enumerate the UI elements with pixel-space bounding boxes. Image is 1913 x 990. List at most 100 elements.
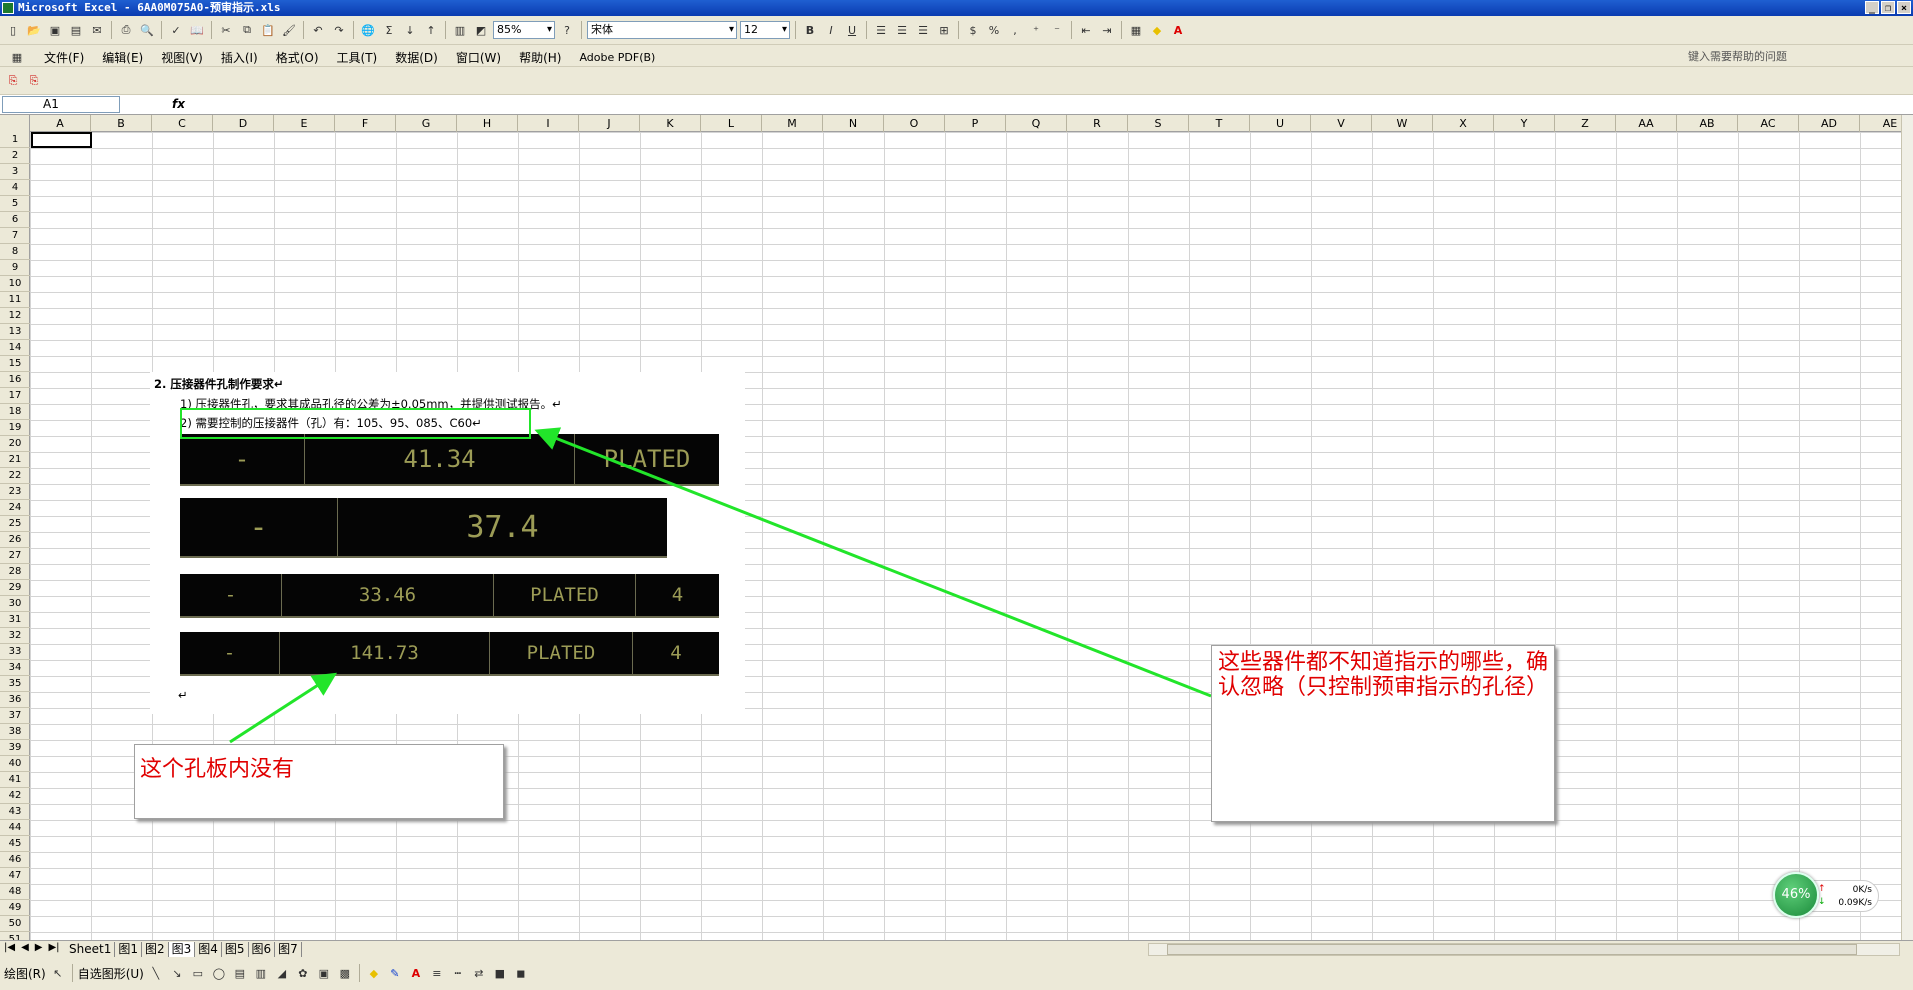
decrease-indent-icon[interactable]: ⇤ [1077,21,1095,39]
menu-data[interactable]: 数据(D) [395,49,438,66]
redo-icon[interactable]: ↷ [330,21,348,39]
diagram-icon[interactable]: ✿ [294,964,312,982]
row-header[interactable]: 5 [0,196,30,212]
chart-wizard-icon[interactable]: ▥ [451,21,469,39]
row-header[interactable]: 27 [0,548,30,564]
column-header[interactable]: I [518,115,579,132]
row-header[interactable]: 44 [0,820,30,836]
prev-sheet-button[interactable]: ◀ [21,942,29,953]
email-icon[interactable]: ✉ [88,21,106,39]
help-icon[interactable]: ? [558,21,576,39]
horizontal-scroll-thumb[interactable] [1167,944,1857,955]
row-header[interactable]: 39 [0,740,30,756]
picture-icon[interactable]: ▩ [336,964,354,982]
column-header[interactable]: AE [1860,115,1901,132]
row-header[interactable]: 14 [0,340,30,356]
sheet-tab[interactable]: 图4 [195,942,222,957]
row-header[interactable]: 17 [0,388,30,404]
menu-tools[interactable]: 工具(T) [337,49,378,66]
dash-style-icon[interactable]: ┅ [449,964,467,982]
row-header[interactable]: 18 [0,404,30,420]
menu-format[interactable]: 格式(O) [276,49,319,66]
menu-adobe-pdf[interactable]: Adobe PDF(B) [579,51,655,64]
borders-icon[interactable]: ▦ [1127,21,1145,39]
row-header[interactable]: 22 [0,468,30,484]
row-header[interactable]: 16 [0,372,30,388]
row-header[interactable]: 41 [0,772,30,788]
menu-file[interactable]: 文件(F) [44,49,84,66]
row-header[interactable]: 40 [0,756,30,772]
row-header[interactable]: 12 [0,308,30,324]
column-header[interactable]: G [396,115,457,132]
horizontal-scrollbar[interactable] [1148,943,1900,956]
shadow-style-icon[interactable]: ■ [491,964,509,982]
italic-icon[interactable]: I [822,21,840,39]
column-header[interactable]: D [213,115,274,132]
column-header[interactable]: Z [1555,115,1616,132]
line-color-icon[interactable]: ✎ [386,964,404,982]
comma-style-icon[interactable]: , [1006,21,1024,39]
row-header[interactable]: 32 [0,628,30,644]
row-header[interactable]: 25 [0,516,30,532]
font-name-select[interactable]: 宋体 [587,21,737,39]
network-monitor-widget[interactable]: ↑ 0K/s ↓ 0.09K/s 46% [1773,872,1879,918]
print-icon[interactable]: ⎙ [117,21,135,39]
decrease-decimal-icon[interactable]: ⁻ [1048,21,1066,39]
percent-icon[interactable]: % [985,21,1003,39]
column-header[interactable]: AD [1799,115,1860,132]
align-right-icon[interactable]: ☰ [914,21,932,39]
callout-right[interactable]: 这些器件都不知道指示的哪些，确认忽略（只控制预审指示的孔径） [1211,645,1555,822]
pdf-email-icon[interactable]: ⎘ [25,72,43,90]
autosum-icon[interactable]: Σ [380,21,398,39]
draw-font-color-icon[interactable]: A [407,964,425,982]
row-header[interactable]: 29 [0,580,30,596]
sheet-tab[interactable]: 图5 [222,942,249,957]
autoshapes-menu[interactable]: 自选图形(U) [78,965,144,982]
oval-icon[interactable]: ◯ [210,964,228,982]
line-style-icon[interactable]: ≡ [428,964,446,982]
menu-view[interactable]: 视图(V) [161,49,203,66]
row-header[interactable]: 8 [0,244,30,260]
vertical-scrollbar[interactable] [1901,115,1913,940]
row-header[interactable]: 45 [0,836,30,852]
draw-fill-color-icon[interactable]: ◆ [365,964,383,982]
sheet-tab[interactable]: 图6 [249,942,276,957]
column-header[interactable]: S [1128,115,1189,132]
row-header[interactable]: 4 [0,180,30,196]
select-all-corner[interactable] [0,115,30,132]
hyperlink-icon[interactable]: 🌐 [359,21,377,39]
align-left-icon[interactable]: ☰ [872,21,890,39]
research-icon[interactable]: 📖 [188,21,206,39]
column-header[interactable]: W [1372,115,1433,132]
font-size-select[interactable]: 12 [740,21,790,39]
cut-icon[interactable]: ✂ [217,21,235,39]
help-search-box[interactable]: 键入需要帮助的问题 [1688,48,1863,64]
open-folder-icon[interactable]: 📂 [25,21,43,39]
fx-icon[interactable]: fx [172,97,185,111]
row-header[interactable]: 50 [0,916,30,932]
row-header[interactable]: 1 [0,132,30,148]
3d-style-icon[interactable]: ◼ [512,964,530,982]
column-header[interactable]: L [701,115,762,132]
last-sheet-button[interactable]: ▶| [48,942,59,953]
first-sheet-button[interactable]: |◀ [4,942,15,953]
column-header[interactable]: Y [1494,115,1555,132]
column-header[interactable]: M [762,115,823,132]
row-header[interactable]: 26 [0,532,30,548]
row-header[interactable]: 38 [0,724,30,740]
font-color-icon[interactable]: A [1169,21,1187,39]
column-header[interactable]: B [91,115,152,132]
row-header[interactable]: 42 [0,788,30,804]
active-cell-a1[interactable] [31,132,92,148]
new-icon[interactable]: ▯ [4,21,22,39]
vertical-textbox-icon[interactable]: ▥ [252,964,270,982]
sheet-tab[interactable]: 图7 [275,942,302,957]
name-box[interactable]: A1 [2,96,120,113]
line-icon[interactable]: ╲ [147,964,165,982]
row-header[interactable]: 23 [0,484,30,500]
column-header[interactable]: A [30,115,91,132]
menu-edit[interactable]: 编辑(E) [102,49,143,66]
select-objects-icon[interactable]: ↖ [49,964,67,982]
row-header[interactable]: 37 [0,708,30,724]
menu-insert[interactable]: 插入(I) [221,49,258,66]
